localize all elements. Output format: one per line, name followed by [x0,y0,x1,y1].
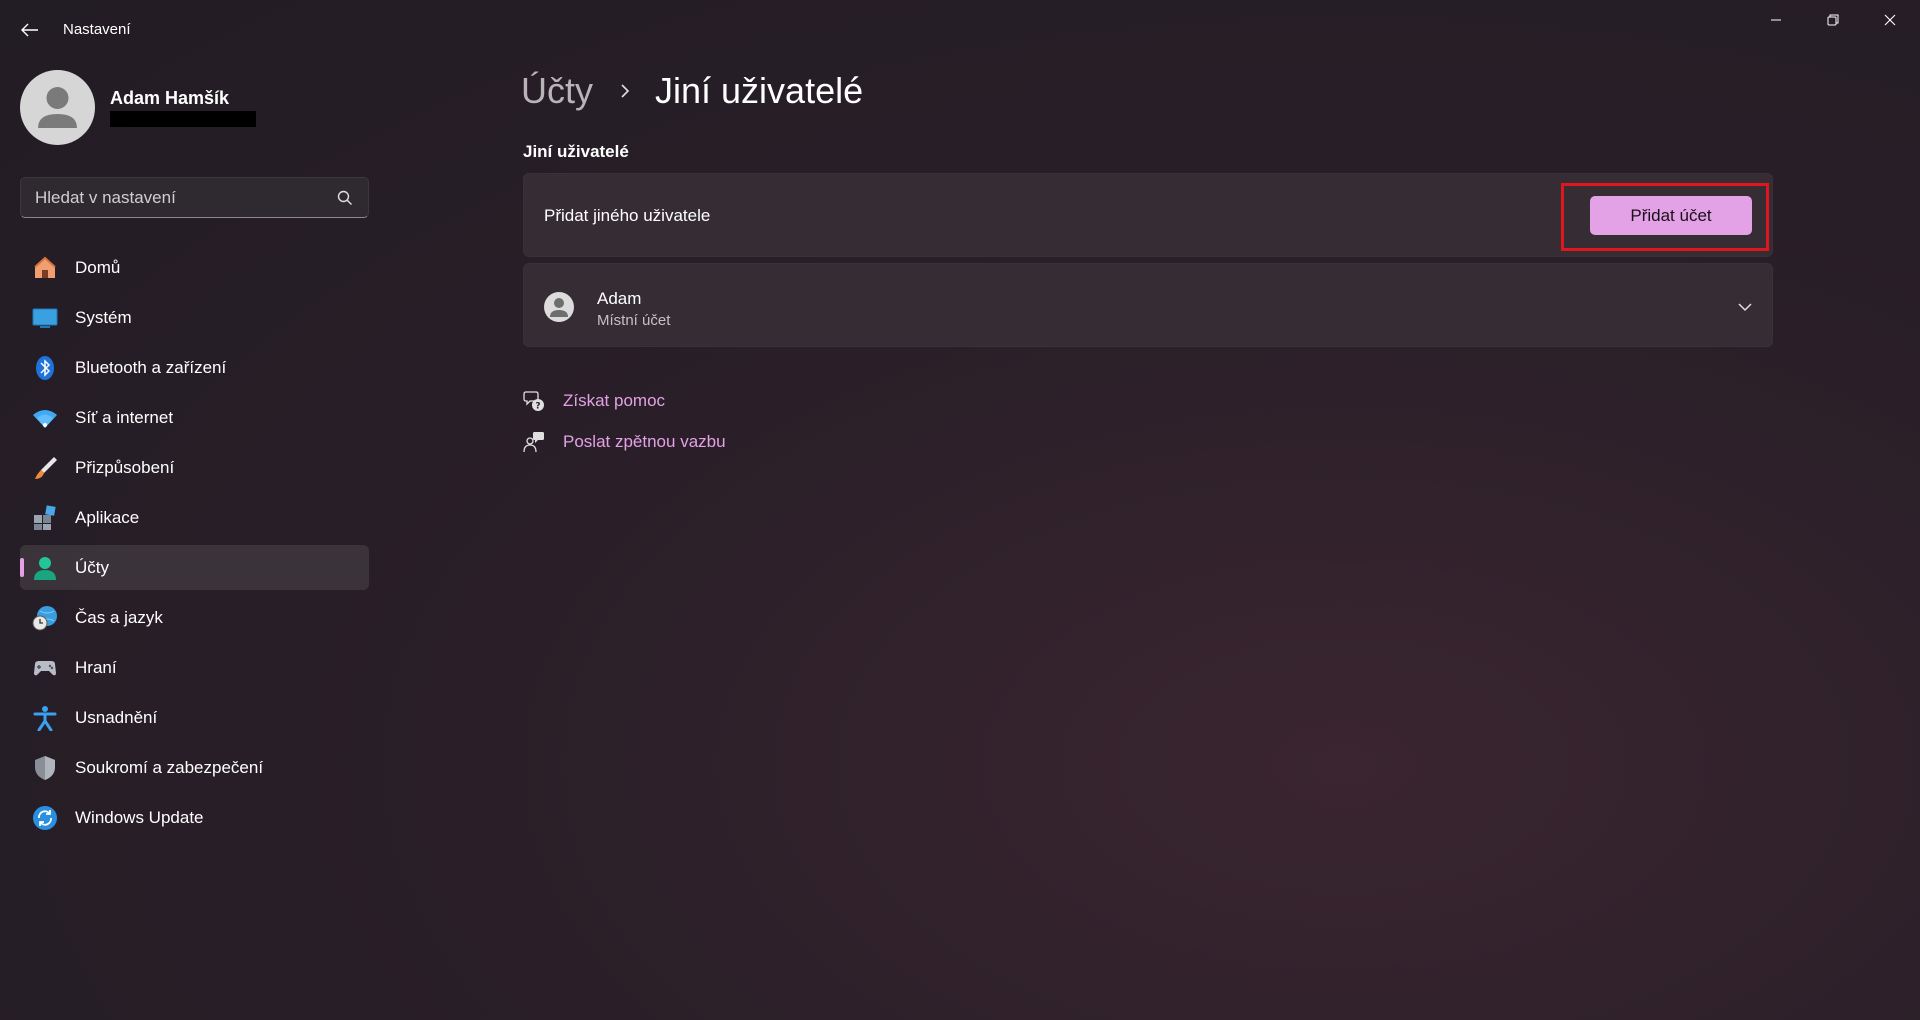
send-feedback-link-text[interactable]: Poslat zpětnou vazbu [563,432,726,452]
sidebar-item-home[interactable]: Domů [20,245,369,290]
globe-clock-icon [32,606,57,631]
user-name: Adam [597,289,642,308]
sidebar-item-accounts[interactable]: Účty [20,545,369,590]
breadcrumb-parent[interactable]: Účty [521,70,593,112]
svg-text:?: ? [535,402,540,412]
sidebar-item-label: Soukromí a zabezpečení [75,757,264,777]
feedback-icon [523,432,544,453]
update-icon [33,806,57,830]
sidebar-item-label: Síť a internet [75,407,174,427]
accessibility-icon [33,706,57,731]
get-help-link-text[interactable]: Získat pomoc [563,391,665,411]
section-title: Jiní uživatelé [523,142,629,161]
arrow-left-icon [21,23,38,37]
sidebar-item-label: Přizpůsobení [75,457,175,477]
chevron-right-icon [621,84,630,98]
sidebar-item-label: Bluetooth a zařízení [75,357,227,377]
profile-name: Adam Hamšík [110,88,230,108]
send-feedback-link[interactable]: Poslat zpětnou vazbu [523,431,726,453]
user-card[interactable]: Adam Místní účet [523,263,1773,347]
monitor-icon [32,308,58,328]
restore-icon [1827,14,1839,26]
sidebar-item-label: Systém [75,307,132,327]
wifi-icon [33,410,57,428]
close-button[interactable] [1862,4,1918,36]
title-bar: Nastavení [0,0,1920,60]
get-help-link[interactable]: ? Získat pomoc [523,390,665,412]
sidebar-item-bluetooth[interactable]: Bluetooth a zařízení [20,345,369,390]
add-user-label: Přidat jiného uživatele [544,206,711,225]
sidebar-item-windows-update[interactable]: Windows Update [20,795,369,840]
sidebar-item-accessibility[interactable]: Usnadnění [20,695,369,740]
sidebar-item-label: Čas a jazyk [75,607,163,627]
minimize-button[interactable] [1748,4,1804,36]
sidebar-item-apps[interactable]: Aplikace [20,495,369,540]
add-account-button[interactable]: Přidat účet [1590,196,1752,235]
apps-icon [34,505,56,530]
sidebar-item-label: Usnadnění [75,707,158,727]
search-box [20,177,369,218]
sidebar-item-network[interactable]: Síť a internet [20,395,369,440]
sidebar-item-label: Domů [75,257,121,277]
sidebar-item-label: Aplikace [75,507,140,527]
sidebar-nav: Domů Systém Bluetooth a zařízení Síť a i… [20,245,369,845]
breadcrumb: Účty Jiní uživatelé [521,70,863,112]
avatar [544,292,574,322]
user-silhouette-icon [38,87,77,128]
shield-icon [35,756,55,780]
app-title: Nastavení [63,21,131,38]
sidebar-item-label: Windows Update [75,807,204,827]
help-chat-icon: ? [523,391,544,412]
restore-button[interactable] [1805,4,1861,36]
sidebar-item-gaming[interactable]: Hraní [20,645,369,690]
user-silhouette-icon [550,298,568,317]
sidebar-item-privacy[interactable]: Soukromí a zabezpečení [20,745,369,790]
add-user-card: Přidat jiného uživatele Přidat účet [523,173,1773,257]
close-icon [1884,14,1896,26]
gamepad-icon [34,661,56,676]
home-icon [34,256,56,278]
chevron-down-icon[interactable] [1736,298,1754,316]
minimize-icon [1771,19,1781,21]
account-icon [34,557,56,580]
sidebar-item-label: Hraní [75,657,117,677]
bluetooth-icon [36,356,54,380]
search-icon[interactable] [336,189,354,207]
sidebar-item-system[interactable]: Systém [20,295,369,340]
sidebar-item-personalization[interactable]: Přizpůsobení [20,445,369,490]
user-account-type: Místní účet [597,312,671,329]
profile-email-redacted [110,111,256,127]
back-button[interactable] [14,16,46,44]
profile-avatar[interactable] [20,70,95,145]
sidebar-item-time-language[interactable]: Čas a jazyk [20,595,369,640]
page-title: Jiní uživatelé [655,70,864,111]
search-input[interactable] [21,178,321,217]
sidebar-item-label: Účty [75,557,109,577]
paintbrush-icon [35,457,57,479]
